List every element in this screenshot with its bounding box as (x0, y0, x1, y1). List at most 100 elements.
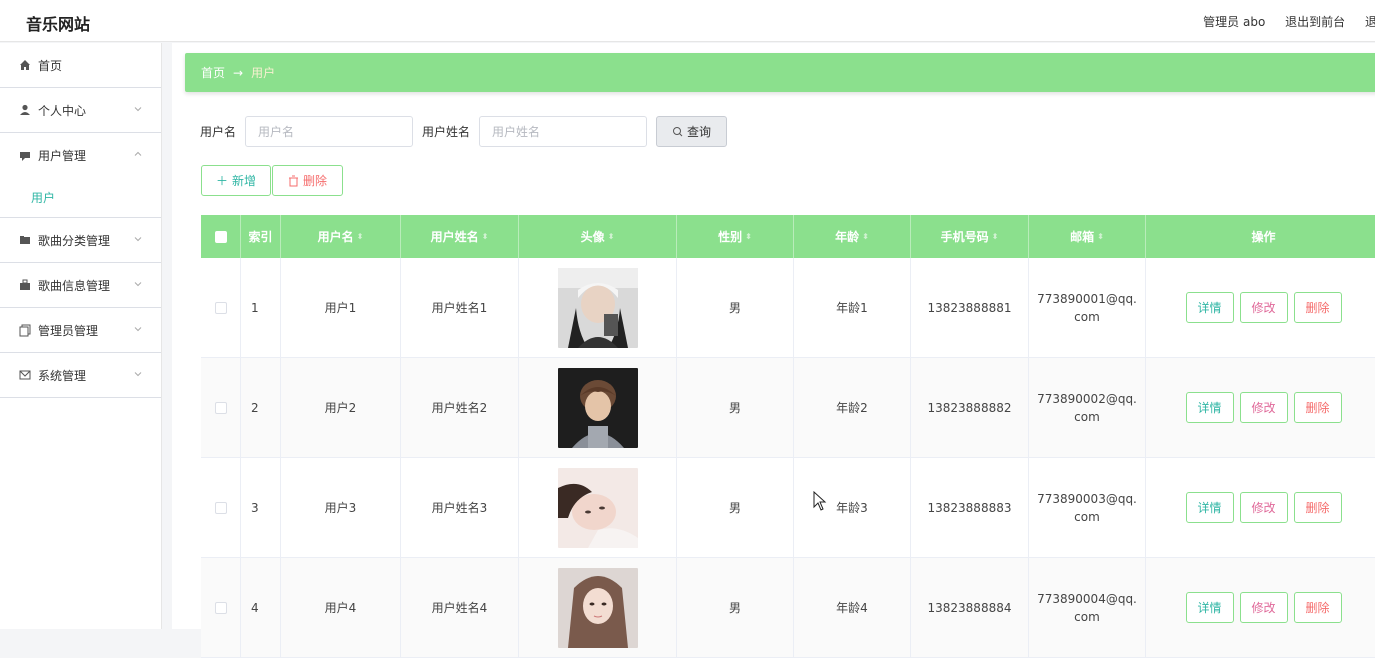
sort-icon: ⬍ (481, 232, 489, 241)
header-email[interactable]: 邮箱 ⬍ (1029, 215, 1146, 258)
delete-button[interactable]: 删除 (1293, 292, 1342, 323)
sidebar-item-song-category[interactable]: 歌曲分类管理 (0, 218, 161, 263)
table-row: 3 用户3 用户姓名3 男 年龄3 13823888883 773890003@… (201, 458, 1375, 558)
cell-actions: 详情 修改 删除 (1146, 258, 1375, 357)
username-label: 用户名 (200, 125, 237, 139)
delete-button[interactable]: 删除 (1293, 392, 1342, 423)
avatar[interactable] (557, 567, 638, 648)
cell-age: 年龄1 (794, 258, 911, 357)
cell-realname: 用户姓名4 (401, 558, 519, 657)
cell-avatar (519, 558, 677, 657)
edit-button[interactable]: 修改 (1239, 292, 1288, 323)
email-text: 773890002@qq.com (1037, 391, 1137, 424)
avatar[interactable] (557, 467, 638, 548)
table-header: 索引 用户名 ⬍ 用户姓名 ⬍ 头像 ⬍ 性别 ⬍ 年龄 ⬍ 手机号码 ⬍ 邮箱 ⬍ 操作 (201, 215, 1375, 258)
realname-input[interactable]: 用户姓名 (479, 116, 648, 147)
breadcrumb-current: 用户 (251, 66, 276, 80)
edit-button[interactable]: 修改 (1239, 592, 1288, 623)
top-bar: 音乐网站 管理员 abo 退出到前台 退出 (0, 0, 1375, 42)
cell-gender: 男 (677, 358, 794, 457)
sidebar-subitem-user[interactable]: 用户 (0, 178, 161, 218)
sort-icon: ⬍ (356, 232, 364, 241)
cell-email: 773890001@qq.com (1029, 258, 1146, 357)
table-row: 2 用户2 用户姓名2 男 年龄2 13823888882 773890002@… (201, 358, 1375, 458)
cell-phone: 13823888883 (911, 458, 1029, 557)
cell-phone: 13823888884 (911, 558, 1029, 657)
exit-to-front-link[interactable]: 退出到前台 (1285, 15, 1345, 29)
sidebar-item-user-management[interactable]: 用户管理 (0, 133, 161, 178)
site-title: 音乐网站 (26, 15, 91, 34)
username-input[interactable]: 用户名 (245, 116, 414, 147)
select-all-checkbox[interactable] (214, 230, 227, 243)
action-bar: ＋ 新增 删除 (201, 165, 343, 196)
row-checkbox[interactable] (214, 401, 227, 414)
batch-delete-button[interactable]: 删除 (272, 165, 343, 196)
detail-button[interactable]: 详情 (1185, 492, 1234, 523)
header-gender[interactable]: 性别 ⬍ (677, 215, 794, 258)
cell-index: 4 (241, 558, 281, 657)
realname-label: 用户姓名 (422, 125, 471, 139)
header-avatar[interactable]: 头像 ⬍ (519, 215, 677, 258)
sidebar-item-system[interactable]: 系统管理 (0, 353, 161, 398)
cell-index: 3 (241, 458, 281, 557)
trash-icon (288, 175, 298, 186)
mouse-cursor-icon (813, 491, 827, 511)
sidebar-item-label: 歌曲信息管理 (38, 278, 111, 293)
row-checkbox[interactable] (214, 501, 227, 514)
copy-icon (19, 324, 31, 337)
avatar[interactable] (557, 267, 638, 348)
home-icon (20, 60, 30, 70)
query-label: 查询 (687, 125, 712, 139)
cell-age: 年龄3 (794, 458, 911, 557)
header-actions: 操作 (1251, 230, 1276, 244)
email-text: 773890001@qq.com (1037, 291, 1137, 324)
cell-avatar (519, 458, 677, 557)
select-all-cell (201, 215, 241, 258)
detail-button[interactable]: 详情 (1185, 392, 1234, 423)
cell-actions: 详情 修改 删除 (1146, 358, 1375, 457)
folder-icon (20, 236, 30, 244)
breadcrumb-home[interactable]: 首页 (201, 64, 225, 81)
edit-button[interactable]: 修改 (1239, 392, 1288, 423)
header-username[interactable]: 用户名 ⬍ (281, 215, 401, 258)
query-button[interactable]: 查询 (656, 116, 728, 147)
cell-index: 2 (241, 358, 281, 457)
edit-button[interactable]: 修改 (1239, 492, 1288, 523)
sidebar-item-label: 个人中心 (38, 103, 87, 118)
sidebar-item-admin-management[interactable]: 管理员管理 (0, 308, 161, 353)
sidebar-item-home[interactable]: 首页 (0, 43, 161, 88)
header-realname[interactable]: 用户姓名 ⬍ (401, 215, 519, 258)
header-index: 索引 (241, 215, 281, 258)
sort-icon: ⬍ (1097, 232, 1104, 241)
table-row: 4 用户4 用户姓名4 男 年龄4 13823888884 773890004@… (201, 558, 1375, 658)
logout-link[interactable]: 退出 (1365, 15, 1375, 29)
cell-realname: 用户姓名1 (401, 258, 519, 357)
row-checkbox[interactable] (214, 301, 227, 314)
sidebar-item-profile[interactable]: 个人中心 (0, 88, 161, 133)
row-checkbox[interactable] (214, 601, 227, 614)
header-phone[interactable]: 手机号码 ⬍ (911, 215, 1029, 258)
sidebar-item-label: 管理员管理 (38, 323, 99, 338)
cell-phone: 13823888881 (911, 258, 1029, 357)
cell-realname: 用户姓名2 (401, 358, 519, 457)
sidebar-item-label: 歌曲分类管理 (38, 233, 111, 248)
chevron-down-icon (134, 372, 142, 377)
delete-label: 删除 (302, 174, 327, 188)
chevron-down-icon (134, 107, 142, 112)
admin-name: 管理员 abo (1203, 15, 1266, 29)
sort-icon: ⬍ (991, 232, 999, 241)
header-age[interactable]: 年龄 ⬍ (794, 215, 911, 258)
cell-avatar (519, 358, 677, 457)
add-button[interactable]: ＋ 新增 (201, 165, 271, 196)
sidebar-item-label: 用户管理 (38, 149, 87, 163)
add-label: 新增 (232, 174, 257, 188)
cell-age: 年龄2 (794, 358, 911, 457)
delete-button[interactable]: 删除 (1293, 492, 1342, 523)
detail-button[interactable]: 详情 (1185, 292, 1234, 323)
chevron-down-icon (134, 282, 142, 287)
email-text: 773890003@qq.com (1037, 491, 1137, 524)
detail-button[interactable]: 详情 (1185, 592, 1234, 623)
delete-button[interactable]: 删除 (1293, 592, 1342, 623)
sidebar-item-song-info[interactable]: 歌曲信息管理 (0, 263, 161, 308)
avatar[interactable] (557, 367, 638, 448)
